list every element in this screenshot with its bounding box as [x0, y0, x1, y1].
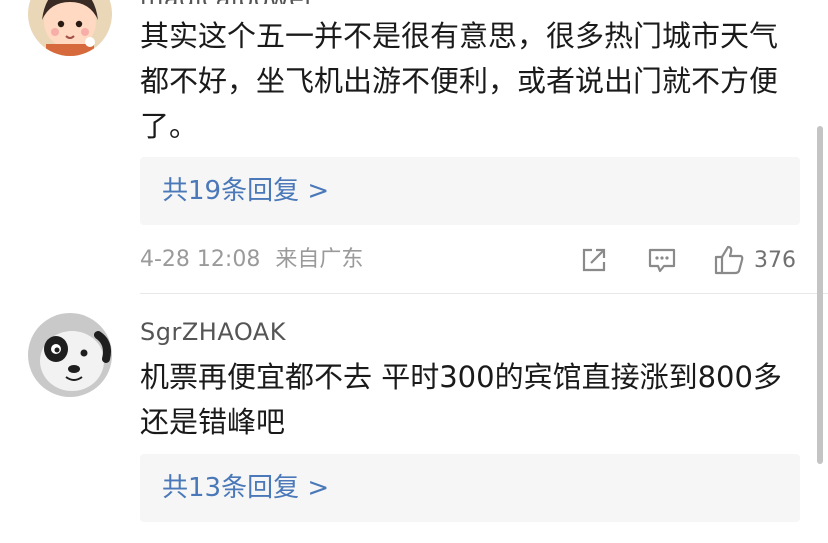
comment-text: 其实这个五一并不是很有意思，很多热门城市天气都不好，坐飞机出游不便利，或者说出门… — [140, 19, 779, 143]
reply-box[interactable]: 共19条回复 > — [140, 157, 800, 225]
avatar-cartoon-boy-image — [28, 0, 112, 56]
reply-box[interactable]: 共13条回复 > — [140, 454, 800, 522]
comment-date: 4-28 12:08 — [140, 247, 261, 272]
username[interactable]: SgrZHAOAK — [140, 317, 286, 347]
username[interactable]: magicalpower — [140, 0, 315, 4]
comment-icon — [648, 248, 676, 273]
share-icon — [582, 248, 606, 272]
comment-meta: 4-28 12:08 来自广东 — [140, 244, 363, 276]
avatar-panda-image — [28, 313, 112, 397]
divider — [140, 293, 828, 294]
comment-button[interactable] — [646, 242, 678, 278]
avatar[interactable] — [28, 313, 112, 397]
scrollbar[interactable] — [817, 126, 823, 464]
like-count: 376 — [754, 247, 796, 273]
comment-text: 机票再便宜都不去 平时300的宾馆直接涨到800多还是错峰吧 — [140, 360, 782, 439]
comment-list: magicalpower 其实这个五一并不是很有意思，很多热门城市天气都不好，坐… — [0, 0, 828, 543]
share-button[interactable] — [578, 242, 610, 278]
view-replies-link[interactable]: 共13条回复 > — [162, 454, 329, 522]
like-button[interactable]: 376 — [712, 242, 796, 278]
thumbs-up-icon — [714, 245, 744, 275]
view-replies-link[interactable]: 共19条回复 > — [162, 157, 329, 225]
comment-location: 来自广东 — [275, 247, 364, 272]
avatar[interactable] — [28, 0, 112, 56]
